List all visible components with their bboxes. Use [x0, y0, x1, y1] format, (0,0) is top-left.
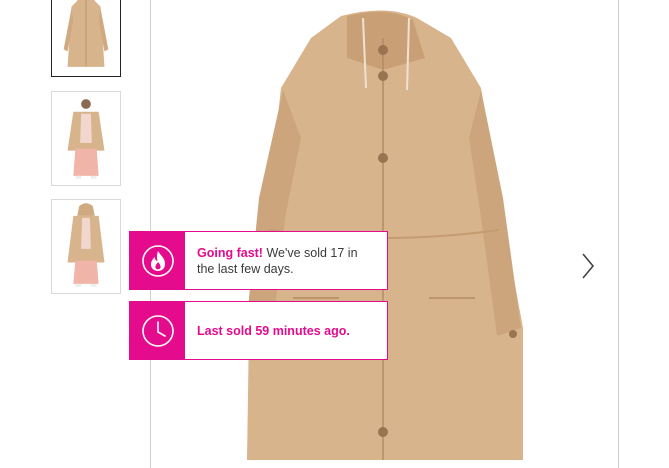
clock-icon: [141, 314, 174, 347]
thumbnail-coat-hood-up[interactable]: [51, 199, 121, 294]
going-fast-headline: Going fast!: [197, 245, 263, 260]
last-sold-notice: Last sold 59 minutes ago.: [129, 301, 388, 360]
model-thumbnail-image: [67, 99, 105, 179]
last-sold-text: Last sold 59 minutes ago.: [185, 302, 387, 359]
chevron-right-icon: [582, 253, 595, 279]
next-image-arrow[interactable]: [581, 253, 595, 279]
flame-icon: [141, 244, 174, 277]
going-fast-text: Going fast! We've sold 17 in the last fe…: [185, 232, 387, 289]
coat-thumbnail-image: [63, 0, 109, 67]
model-hood-thumbnail-image: [67, 203, 105, 287]
last-sold-headline: Last sold 59 minutes ago.: [197, 323, 350, 338]
flame-icon-box: [130, 232, 185, 289]
going-fast-notice: Going fast! We've sold 17 in the last fe…: [129, 231, 388, 290]
clock-icon-box: [130, 302, 185, 359]
thumbnail-coat-on-model[interactable]: [51, 91, 121, 186]
thumbnail-coat-front[interactable]: [51, 0, 121, 77]
